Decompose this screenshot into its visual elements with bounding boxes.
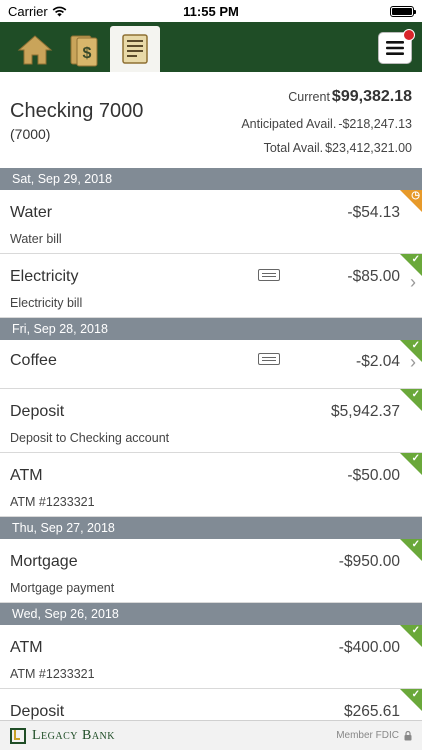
svg-text:$: $ xyxy=(83,45,92,62)
memo-icon xyxy=(258,353,280,365)
check-icon: ✓ xyxy=(411,389,420,400)
check-icon: ✓ xyxy=(411,625,420,636)
transaction-amount: -$950.00 xyxy=(338,553,400,570)
transaction-amount: -$85.00 xyxy=(347,268,400,285)
transaction-row[interactable]: ATM ATM #1233321 -$400.00 ✓ xyxy=(0,625,422,689)
transaction-name: ATM xyxy=(10,467,43,484)
transaction-row[interactable]: Deposit Deposit to Checking account $5,9… xyxy=(0,389,422,453)
hamburger-icon xyxy=(386,41,404,55)
bank-logo: Legacy Bank xyxy=(10,727,115,744)
fdic-notice: Member FDIC xyxy=(336,730,412,741)
total-balance: Total Avail. $23,412,321.00 xyxy=(264,141,412,155)
nav-bar: $ xyxy=(0,22,422,72)
transaction-row[interactable]: Mortgage Mortgage payment -$950.00 ✓ xyxy=(0,539,422,603)
transaction-name: Electricity xyxy=(10,268,79,285)
transaction-name: Deposit xyxy=(10,403,65,420)
status-left: Carrier xyxy=(8,4,67,19)
transaction-row[interactable]: ATM ATM #1233321 -$50.00 ✓ xyxy=(0,453,422,517)
transaction-description: ATM #1233321 xyxy=(10,495,95,509)
transaction-amount: -$2.04 xyxy=(356,353,400,370)
transaction-amount: $265.61 xyxy=(343,703,400,720)
date-header: Wed, Sep 26, 2018 xyxy=(0,603,422,625)
date-header: Sat, Sep 29, 2018 xyxy=(0,168,422,190)
check-icon: ✓ xyxy=(411,453,420,464)
transaction-name: Coffee xyxy=(10,352,57,369)
tab-home[interactable] xyxy=(10,28,60,72)
transaction-name: Water xyxy=(10,204,53,221)
check-icon: ✓ xyxy=(411,254,420,265)
transaction-list[interactable]: Sat, Sep 29, 2018 Water Water bill -$54.… xyxy=(0,168,422,720)
transaction-row[interactable]: Electricity Electricity bill -$85.00 › ✓ xyxy=(0,254,422,318)
check-icon: ✓ xyxy=(411,340,420,351)
current-balance-label: Current xyxy=(288,90,330,104)
transaction-description: Electricity bill xyxy=(10,296,83,310)
transaction-row[interactable]: Coffee -$2.04 › ✓ xyxy=(0,340,422,389)
anticipated-balance-value: -$218,247.13 xyxy=(338,117,412,131)
bank-logo-icon xyxy=(10,727,26,744)
status-bar: Carrier 11:55 PM xyxy=(0,0,422,22)
transaction-amount: -$50.00 xyxy=(347,467,400,484)
total-balance-value: $23,412,321.00 xyxy=(325,141,412,155)
date-header: Thu, Sep 27, 2018 xyxy=(0,517,422,539)
menu-button[interactable] xyxy=(378,29,415,64)
transaction-description: Deposit to Checking account xyxy=(10,431,170,445)
total-balance-label: Total Avail. xyxy=(263,141,324,155)
account-name: Checking 7000 xyxy=(10,100,144,122)
transaction-amount: -$54.13 xyxy=(347,204,400,221)
transaction-amount: -$400.00 xyxy=(338,639,400,656)
anticipated-balance: Anticipated Avail. -$218,247.13 xyxy=(241,117,412,131)
money-icon: $ xyxy=(70,35,98,67)
transaction-description: Mortgage payment xyxy=(10,581,115,595)
date-header: Fri, Sep 28, 2018 xyxy=(0,318,422,340)
bank-name: Legacy Bank xyxy=(32,727,115,743)
anticipated-balance-label: Anticipated Avail. xyxy=(241,117,337,131)
status-time: 11:55 PM xyxy=(183,3,239,19)
footer: Legacy Bank Member FDIC xyxy=(0,720,422,750)
account-number: (7000) xyxy=(10,126,51,142)
tab-register[interactable] xyxy=(110,26,160,72)
check-icon: ✓ xyxy=(411,539,420,550)
fdic-label: Member FDIC xyxy=(336,730,399,741)
transaction-row[interactable]: Deposit $265.61 ✓ xyxy=(0,689,422,720)
current-balance: Current $99,382.18 xyxy=(288,88,412,106)
ledger-icon xyxy=(122,34,148,64)
check-icon: ✓ xyxy=(411,689,420,700)
transaction-description: Water bill xyxy=(10,232,62,246)
tab-money[interactable]: $ xyxy=(60,28,110,72)
transaction-name: Deposit xyxy=(10,703,65,720)
carrier-label: Carrier xyxy=(8,3,48,19)
clock-icon: ◷ xyxy=(411,190,420,201)
transaction-name: Mortgage xyxy=(10,553,78,570)
notification-badge xyxy=(403,29,415,41)
current-balance-value: $99,382.18 xyxy=(331,88,412,105)
transaction-name: ATM xyxy=(10,639,43,656)
battery-icon xyxy=(390,5,416,17)
home-icon xyxy=(17,35,53,65)
transaction-amount: $5,942.37 xyxy=(331,403,400,420)
account-header: Checking 7000 (7000) Current $99,382.18 A… xyxy=(0,72,422,168)
wifi-icon xyxy=(52,6,67,16)
lock-icon xyxy=(404,730,412,740)
transaction-description: ATM #1233321 xyxy=(10,667,95,681)
transaction-row[interactable]: Water Water bill -$54.13 ◷ xyxy=(0,190,422,254)
memo-icon xyxy=(258,269,280,281)
